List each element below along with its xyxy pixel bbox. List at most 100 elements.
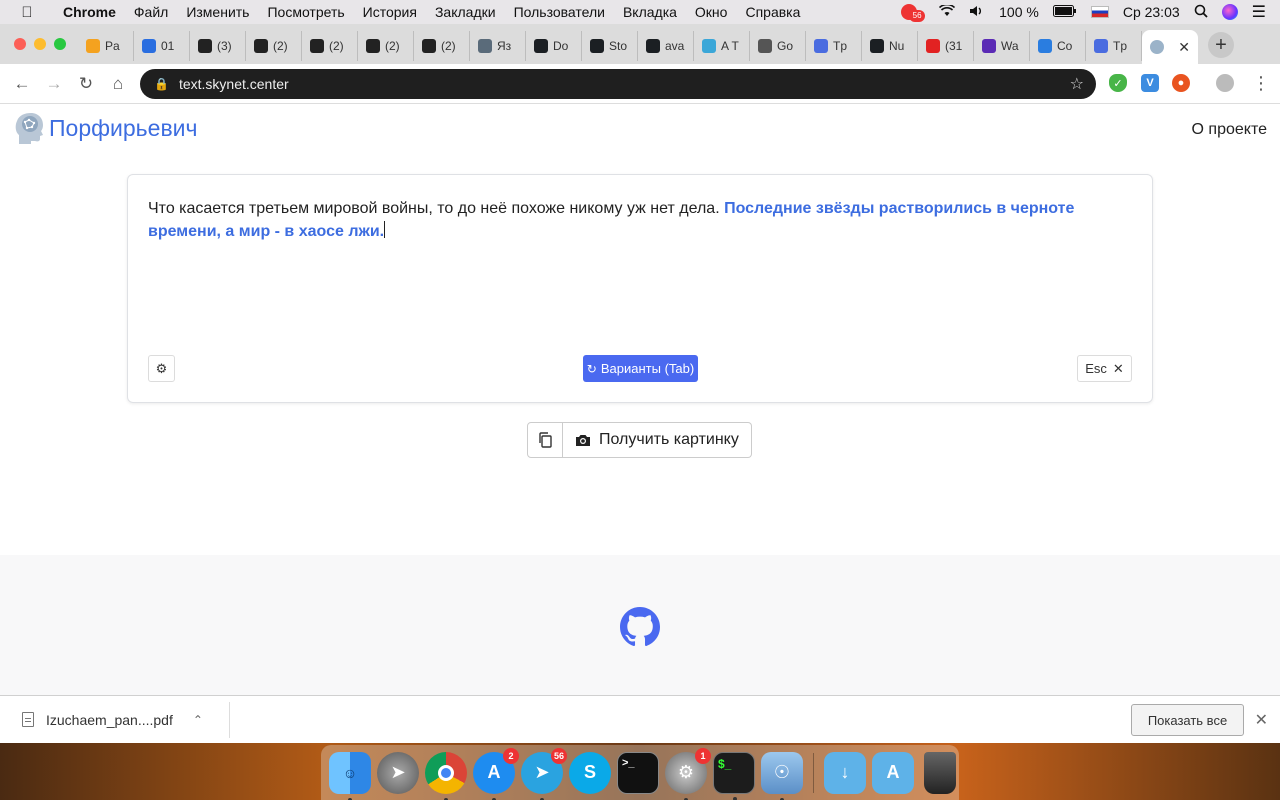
forward-arrow-icon[interactable]: →: [38, 74, 70, 94]
back-arrow-icon[interactable]: ←: [6, 74, 38, 94]
tab-favicon-icon: [1038, 39, 1052, 53]
menu-tab[interactable]: Вкладка: [614, 4, 686, 20]
lock-icon[interactable]: 🔒: [154, 77, 169, 91]
preview-icon[interactable]: ☉: [761, 751, 803, 800]
get-image-button[interactable]: Получить картинку: [563, 422, 752, 458]
tab-12[interactable]: Go: [750, 31, 806, 61]
menu-app-name[interactable]: Chrome: [54, 4, 125, 20]
tab-favicon-icon: [478, 39, 492, 53]
web-page: Порфирьевич О проекте Что касается треть…: [0, 104, 1280, 695]
ubuntu-extension-icon[interactable]: ●: [1172, 74, 1190, 92]
menu-bookmarks[interactable]: Закладки: [426, 4, 505, 20]
tab-label: Go: [777, 39, 794, 53]
tab-10[interactable]: ava: [638, 31, 694, 61]
tab-favicon-icon: [534, 39, 548, 53]
downloads-folder-icon[interactable]: ↓: [824, 751, 866, 794]
menu-edit[interactable]: Изменить: [177, 4, 258, 20]
minimize-window-button[interactable]: [34, 38, 46, 50]
launchpad-icon[interactable]: ➤: [377, 751, 419, 794]
menubar-clock[interactable]: Ср 23:03: [1123, 4, 1180, 20]
tab-9[interactable]: Sto: [582, 31, 638, 61]
tab-2[interactable]: (3): [190, 31, 246, 61]
brain-favicon-icon: [1150, 40, 1164, 54]
iterm-icon[interactable]: $_: [713, 751, 755, 800]
trash-icon[interactable]: [924, 751, 956, 794]
menu-window[interactable]: Окно: [686, 4, 737, 20]
download-bar: Izuchaem_pan....pdf ⌃ Показать все ✕: [0, 695, 1280, 743]
profile-avatar-icon[interactable]: [1216, 74, 1234, 92]
text-editor[interactable]: Что касается третьем мировой войны, то д…: [148, 197, 1128, 243]
bookmark-star-icon[interactable]: ☆: [1070, 74, 1084, 94]
address-bar[interactable]: 🔒 text.skynet.center ☆: [140, 69, 1096, 99]
tab-18[interactable]: Tp: [1086, 31, 1142, 61]
tab-label: Tp: [1113, 39, 1128, 53]
spotlight-search-icon[interactable]: [1194, 4, 1208, 21]
chrome-menu-icon[interactable]: ⋮: [1252, 73, 1270, 94]
variants-button[interactable]: ↻ Варианты (Tab): [583, 355, 698, 382]
tab-4[interactable]: (2): [302, 31, 358, 61]
close-download-bar-icon[interactable]: ✕: [1255, 710, 1268, 730]
battery-icon[interactable]: [1052, 4, 1077, 20]
reload-icon[interactable]: ↻: [70, 74, 102, 94]
zoom-window-button[interactable]: [54, 38, 66, 50]
show-all-downloads-button[interactable]: Показать все: [1131, 704, 1244, 736]
tab-17[interactable]: Co: [1030, 31, 1086, 61]
chrome-icon[interactable]: [425, 751, 467, 800]
settings-button[interactable]: ⚙: [148, 355, 175, 382]
tab-5[interactable]: (2): [358, 31, 414, 61]
brain-logo-icon: [15, 113, 44, 144]
menu-help[interactable]: Справка: [736, 4, 809, 20]
new-tab-button[interactable]: +: [1208, 32, 1234, 58]
tab-1[interactable]: 01: [134, 31, 190, 61]
close-window-button[interactable]: [14, 38, 26, 50]
tab-favicon-icon: [310, 39, 324, 53]
tab-0[interactable]: Pa: [78, 31, 134, 61]
brand-name[interactable]: Порфирьевич: [49, 115, 198, 142]
tab-11[interactable]: A T: [694, 31, 750, 61]
chevron-up-icon[interactable]: ⌃: [193, 713, 203, 727]
telegram-icon[interactable]: ➤ 56: [521, 747, 567, 800]
copy-button[interactable]: [527, 422, 563, 458]
system-preferences-icon[interactable]: ⚙ 1: [665, 747, 711, 800]
skype-icon[interactable]: S: [569, 751, 611, 794]
escape-reset-button[interactable]: Esc ✕: [1077, 355, 1132, 382]
user-text[interactable]: Что касается третьем мировой войны, то д…: [148, 200, 724, 217]
app-store-icon[interactable]: A2: [473, 747, 519, 800]
menubar-status-area: 56 100 % Ср 23:03 ☰: [901, 2, 1280, 22]
applications-folder-icon[interactable]: A: [872, 751, 914, 794]
tab-16[interactable]: Wa: [974, 31, 1030, 61]
home-icon[interactable]: ⌂: [102, 74, 134, 94]
control-center-icon[interactable]: ☰: [1252, 2, 1266, 22]
menu-file[interactable]: Файл: [125, 4, 177, 20]
close-icon: ✕: [1112, 360, 1124, 376]
tab-active-porfirevich[interactable]: ✕: [1142, 30, 1198, 64]
tab-7[interactable]: Яз: [470, 31, 526, 61]
tab-3[interactable]: (2): [246, 31, 302, 61]
tab-15[interactable]: (31: [918, 31, 974, 61]
download-item[interactable]: Izuchaem_pan....pdf ⌃: [0, 701, 230, 738]
adguard-extension-icon[interactable]: ✓: [1109, 74, 1127, 92]
close-tab-icon[interactable]: ✕: [1178, 39, 1190, 56]
tab-13[interactable]: Tp: [806, 31, 862, 61]
github-icon[interactable]: [620, 607, 660, 647]
menu-people[interactable]: Пользователи: [505, 4, 614, 20]
tab-14[interactable]: Nu: [862, 31, 918, 61]
wifi-icon[interactable]: [939, 3, 956, 20]
finder-icon[interactable]: ☺: [329, 751, 371, 800]
tab-6[interactable]: (2): [414, 31, 470, 61]
about-link[interactable]: О проекте: [1192, 121, 1267, 139]
apple-icon[interactable]: : [0, 4, 54, 21]
vpn-extension-icon[interactable]: V: [1141, 74, 1159, 92]
tab-8[interactable]: Do: [526, 31, 582, 61]
volume-icon[interactable]: [969, 4, 985, 20]
settings-badge: 1: [695, 747, 711, 764]
russian-flag-icon[interactable]: [1090, 6, 1109, 18]
terminal-icon[interactable]: >_: [617, 751, 659, 794]
brand-logo-link[interactable]: Порфирьевич: [13, 111, 198, 145]
download-filename[interactable]: Izuchaem_pan....pdf: [46, 712, 173, 728]
siri-icon[interactable]: [1221, 4, 1238, 20]
notification-icon[interactable]: 56: [901, 2, 926, 22]
menu-view[interactable]: Посмотреть: [258, 4, 353, 20]
menu-history[interactable]: История: [354, 4, 426, 20]
url-text[interactable]: text.skynet.center: [179, 76, 289, 92]
